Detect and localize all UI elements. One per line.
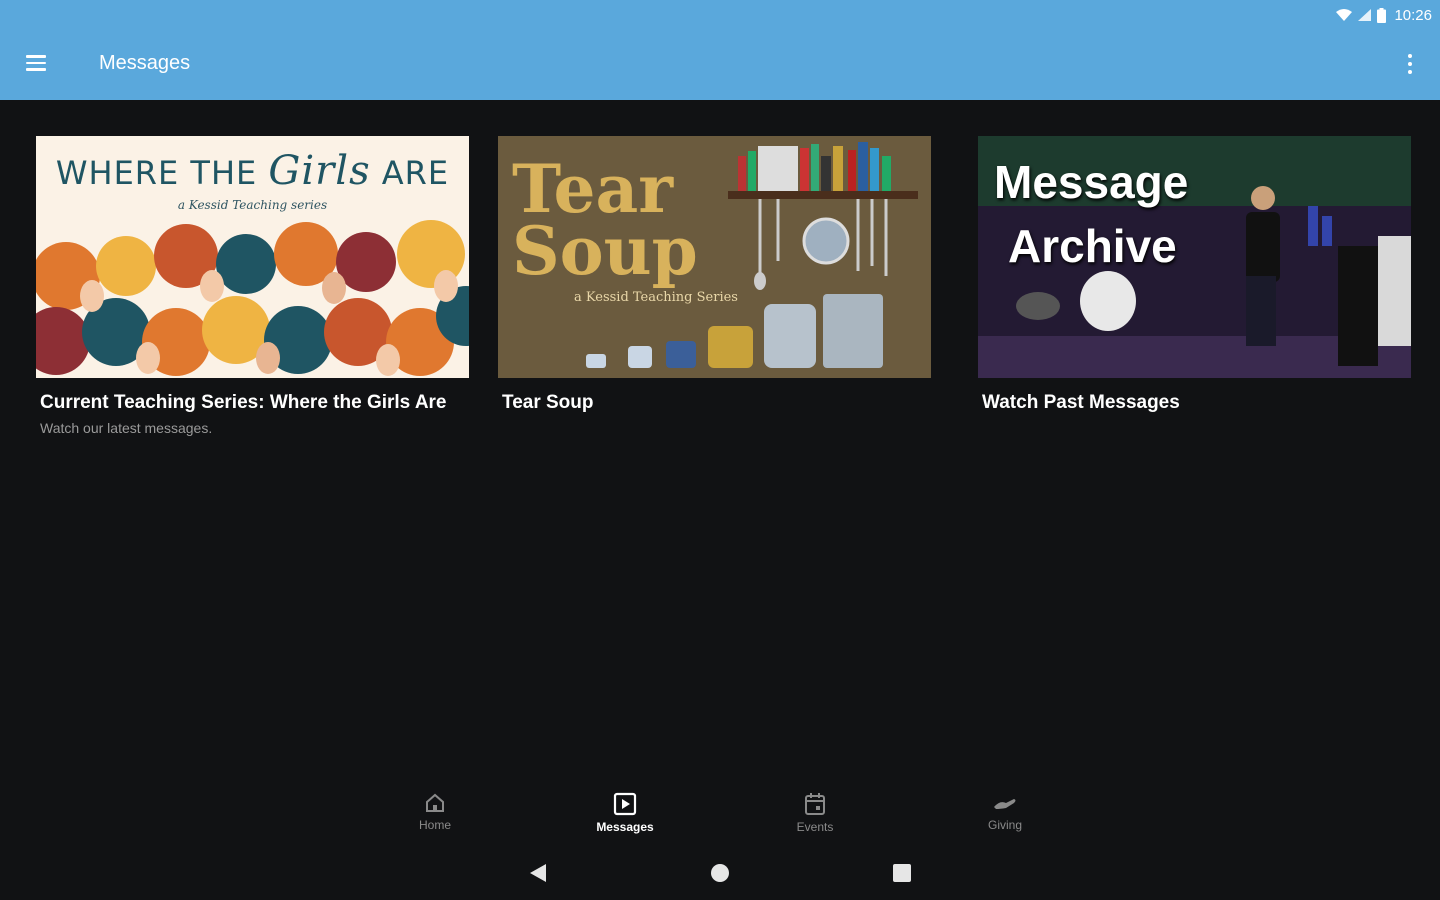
nav-label: Messages bbox=[596, 820, 654, 834]
card-title: Current Teaching Series: Where the Girls… bbox=[40, 392, 447, 413]
more-options-icon[interactable] bbox=[1402, 50, 1418, 78]
back-icon[interactable] bbox=[528, 862, 548, 884]
thumbnail-accent-text: Girls bbox=[268, 148, 371, 194]
hamburger-menu-icon[interactable] bbox=[26, 48, 56, 78]
thumbnail-text: Message bbox=[994, 156, 1189, 208]
home-circle-icon[interactable] bbox=[710, 862, 730, 884]
nav-item-home[interactable]: Home bbox=[380, 792, 490, 832]
card-title: Watch Past Messages bbox=[982, 392, 1180, 413]
bottom-navigation: Home Messages Events Giving bbox=[0, 780, 1440, 850]
thumbnail-text: Archive bbox=[1008, 220, 1177, 272]
thumbnail-text: WHERE THE bbox=[55, 154, 258, 192]
card-title: Tear Soup bbox=[502, 392, 594, 413]
nav-item-messages[interactable]: Messages bbox=[570, 792, 680, 834]
card-subtitle: Watch our latest messages. bbox=[40, 420, 213, 436]
nav-item-giving[interactable]: Giving bbox=[950, 792, 1060, 832]
play-square-icon bbox=[613, 792, 637, 816]
giving-hand-icon bbox=[994, 799, 1016, 809]
thumbnail-tagline: a Kessid Teaching series bbox=[177, 198, 328, 212]
app-bar: 10:26 Messages bbox=[0, 0, 1440, 100]
signal-icon bbox=[1358, 9, 1372, 21]
page-title: Messages bbox=[99, 52, 191, 74]
thumbnail-tagline: a Kessid Teaching Series bbox=[574, 290, 738, 305]
wifi-icon bbox=[1336, 9, 1353, 21]
series-thumbnail: Tear Soup a Kessid Teaching Series bbox=[498, 136, 931, 378]
calendar-icon bbox=[805, 793, 825, 815]
status-time: 10:26 bbox=[1394, 6, 1432, 24]
battery-icon bbox=[1377, 7, 1387, 23]
series-card-where-the-girls-are[interactable]: WHERE THE Girls ARE a Kessid Teaching se… bbox=[36, 136, 469, 436]
nav-label: Home bbox=[418, 818, 451, 832]
status-bar: 10:26 bbox=[1336, 4, 1432, 26]
series-thumbnail: WHERE THE Girls ARE a Kessid Teaching se… bbox=[36, 136, 469, 378]
series-card-message-archive[interactable]: Message Archive Watch Past Messages bbox=[978, 136, 1411, 414]
nav-label: Giving bbox=[987, 818, 1022, 832]
recents-icon[interactable] bbox=[892, 862, 912, 884]
thumbnail-text: Soup bbox=[512, 212, 698, 290]
series-card-tear-soup[interactable]: Tear Soup a Kessid Teaching Series Tear … bbox=[498, 136, 931, 414]
series-thumbnail: Message Archive bbox=[978, 136, 1411, 378]
system-navigation-bar bbox=[0, 850, 1440, 900]
nav-item-events[interactable]: Events bbox=[760, 792, 870, 834]
thumbnail-text: Tear bbox=[512, 150, 674, 228]
nav-label: Events bbox=[796, 820, 834, 834]
thumbnail-text: ARE bbox=[381, 154, 450, 192]
home-icon bbox=[426, 793, 444, 812]
